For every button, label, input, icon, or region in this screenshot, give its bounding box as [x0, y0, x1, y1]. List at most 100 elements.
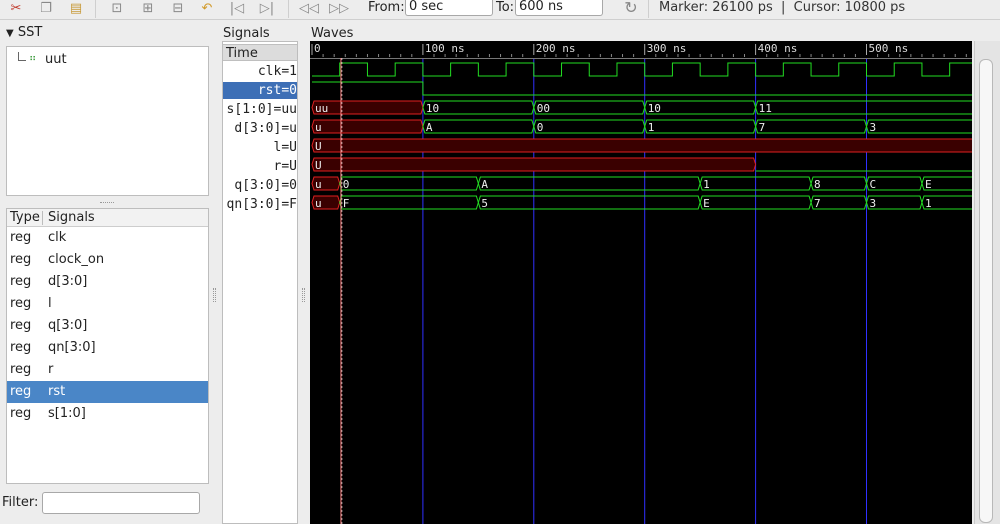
table-header: Type Signals: [7, 209, 208, 227]
bus-segment: [422, 100, 535, 115]
bus-value-label: uu: [315, 102, 328, 115]
clk-wave: [312, 62, 972, 77]
table-row[interactable]: reg d[3:0]: [7, 271, 208, 293]
paste-icon[interactable]: ▤: [67, 0, 85, 16]
bus-segment: [644, 119, 757, 134]
row-signal: l: [48, 296, 52, 311]
goto-end-icon[interactable]: ▷|: [258, 0, 276, 16]
bus-segment: [311, 138, 972, 153]
signal-name-l[interactable]: l=U: [223, 139, 297, 156]
tick-label: 200 ns: [536, 42, 576, 55]
copy-icon[interactable]: ❐: [37, 0, 55, 16]
row-type: reg: [10, 406, 32, 421]
row-signal: rst: [48, 384, 66, 399]
column-divider[interactable]: [42, 211, 43, 225]
sst-tree[interactable]: ⠶ uut: [6, 46, 209, 196]
filter-input[interactable]: [42, 492, 200, 514]
to-label: To:: [496, 0, 515, 15]
table-row[interactable]: reg qn[3:0]: [7, 337, 208, 359]
goto-start-icon[interactable]: |◁: [228, 0, 246, 16]
select-all-icon[interactable]: ⊡: [108, 0, 126, 16]
tick-label: 400 ns: [758, 42, 798, 55]
row-type: reg: [10, 230, 32, 245]
vertical-scrollbar[interactable]: [974, 41, 1000, 524]
bus-value-label: C: [870, 178, 877, 191]
bus-value-label: U: [315, 159, 322, 172]
waveform-svg[interactable]: 0100 ns200 ns300 ns400 ns500 ns600uu1000…: [310, 41, 972, 524]
table-row[interactable]: reg q[3:0]: [7, 315, 208, 337]
signal-name-s[interactable]: s[1:0]=uu: [223, 101, 297, 118]
toolbar-separator: [288, 0, 289, 18]
bus-segment: [533, 100, 646, 115]
bus-value-label: u: [315, 197, 322, 210]
signals-pane[interactable]: Time clk=1 rst=0 s[1:0]=uu d[3:0]=u l=U …: [222, 41, 298, 524]
bus-value-label: A: [481, 178, 488, 191]
row-signal: r: [48, 362, 54, 377]
tick-label: 100 ns: [425, 42, 465, 55]
pane-splitter-handle[interactable]: [302, 288, 305, 302]
table-row-selected[interactable]: reg rst: [7, 381, 208, 403]
table-row[interactable]: reg r: [7, 359, 208, 381]
waveform-canvas[interactable]: 0100 ns200 ns300 ns400 ns500 ns600uu1000…: [310, 41, 972, 524]
bus-value-label: E: [925, 178, 932, 191]
signal-name-r[interactable]: r=U: [223, 158, 297, 175]
bus-value-label: A: [426, 121, 433, 134]
pane-splitter-handle[interactable]: [100, 202, 114, 204]
bus-value-label: u: [315, 121, 322, 134]
bus-value-label: 0: [537, 121, 544, 134]
bus-value-label: 1: [648, 121, 655, 134]
tree-item-uut[interactable]: uut: [45, 52, 67, 67]
row-signal: clock_on: [48, 252, 105, 267]
bus-value-label: 1: [925, 197, 932, 210]
bus-value-label: 10: [648, 102, 661, 115]
next-edge-icon[interactable]: ▷▷: [329, 0, 349, 16]
row-signal: q[3:0]: [48, 318, 88, 333]
toolbar-separator: [648, 0, 649, 18]
zoom-out-icon[interactable]: ⊟: [169, 0, 187, 16]
toolbar-separator: [95, 0, 96, 18]
tick-label: 0: [314, 42, 321, 55]
to-input[interactable]: 600 ns: [515, 0, 603, 16]
bus-value-label: 5: [481, 197, 488, 210]
from-input[interactable]: 0 sec: [405, 0, 493, 16]
signal-name-qn[interactable]: qn[3:0]=F: [223, 196, 297, 213]
table-row[interactable]: reg l: [7, 293, 208, 315]
signal-name-clk[interactable]: clk=1: [223, 63, 297, 80]
signals-type-table[interactable]: Type Signals reg clk reg clock_on reg d[3:0…: [6, 208, 209, 484]
bus-value-label: u: [315, 178, 322, 191]
cut-icon[interactable]: ✂: [7, 0, 25, 16]
row-signal: qn[3:0]: [48, 340, 96, 355]
signal-name-d[interactable]: d[3:0]=u: [223, 120, 297, 137]
bus-value-label: 3: [870, 197, 877, 210]
bus-value-label: 7: [759, 121, 766, 134]
col-signals-header[interactable]: Signals: [48, 210, 95, 225]
row-signal: clk: [48, 230, 67, 245]
prev-edge-icon[interactable]: ◁◁: [299, 0, 319, 16]
bus-value-label: 8: [814, 178, 821, 191]
bus-value-label: 10: [426, 102, 439, 115]
from-label: From:: [368, 0, 405, 15]
zoom-in-icon[interactable]: ⊞: [139, 0, 157, 16]
toolbar: ✂ ❐ ▤ ⊡ ⊞ ⊟ ↶ |◁ ▷| ◁◁ ▷▷ From: 0 sec To…: [0, 0, 1000, 20]
row-type: reg: [10, 384, 32, 399]
pane-splitter-handle[interactable]: [213, 288, 216, 302]
table-row[interactable]: reg clk: [7, 227, 208, 249]
sst-pane-title[interactable]: ▼ SST: [6, 25, 42, 42]
rst-wave: [312, 81, 972, 96]
scrollbar-thumb[interactable]: [979, 59, 993, 523]
undo-icon[interactable]: ↶: [198, 0, 216, 16]
bus-segment: [311, 119, 424, 134]
signal-name-rst[interactable]: rst=0: [223, 82, 297, 99]
bus-value-label: F: [343, 197, 350, 210]
reload-icon[interactable]: ↻: [622, 0, 640, 16]
bus-value-label: E: [703, 197, 710, 210]
col-type-header[interactable]: Type: [10, 210, 40, 225]
signal-name-q[interactable]: q[3:0]=0: [223, 177, 297, 194]
table-row[interactable]: reg clock_on: [7, 249, 208, 271]
waves-pane-title: Waves: [311, 26, 354, 41]
table-row[interactable]: reg s[1:0]: [7, 403, 208, 425]
row-type: reg: [10, 296, 32, 311]
bus-segment: [422, 119, 535, 134]
row-signal: d[3:0]: [48, 274, 88, 289]
collapse-triangle-icon[interactable]: ▼: [6, 28, 14, 39]
